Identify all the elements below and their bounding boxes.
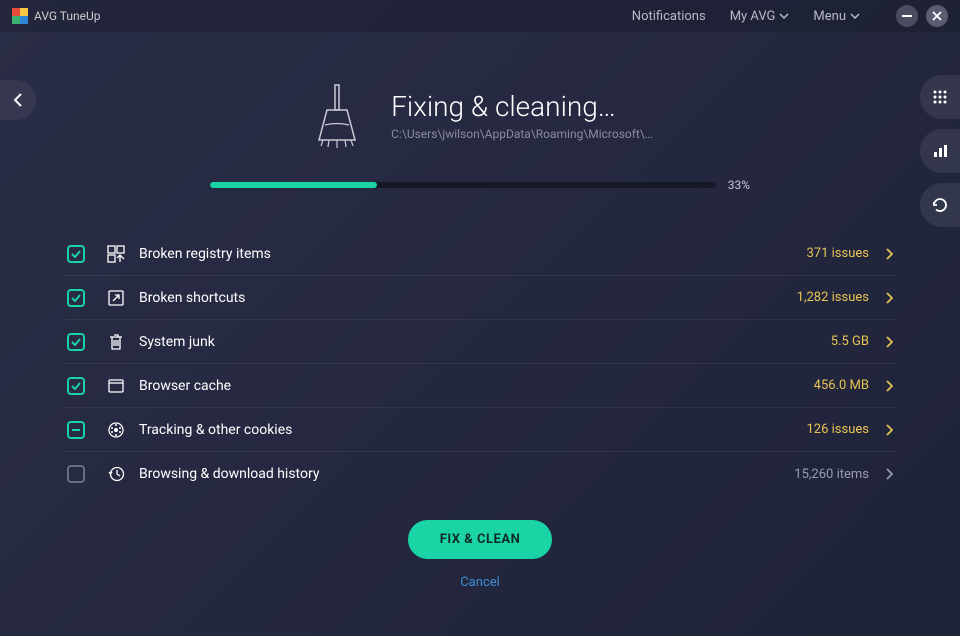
item-checkbox[interactable] [67, 377, 85, 395]
titlebar-nav: Notifications My AVG Menu [632, 5, 948, 27]
registry-icon [107, 245, 125, 263]
page-title: Fixing & cleaning… [391, 90, 653, 123]
app-logo: AVG TuneUp [12, 8, 101, 24]
progress: 33% [210, 178, 750, 192]
chevron-right-icon[interactable] [885, 424, 893, 436]
item-value: 5.5 GB [831, 334, 869, 349]
item-checkbox[interactable] [67, 465, 85, 483]
minimize-button[interactable] [896, 5, 918, 27]
menu-dropdown[interactable]: Menu [813, 9, 860, 24]
broom-icon [307, 80, 367, 150]
cancel-link[interactable]: Cancel [460, 575, 500, 590]
item-label: Browser cache [139, 378, 231, 394]
notifications-link[interactable]: Notifications [632, 9, 706, 24]
minimize-icon [902, 15, 912, 17]
side-tools [920, 75, 960, 227]
apps-grid-button[interactable] [920, 75, 960, 119]
chevron-right-icon[interactable] [885, 336, 893, 348]
my-avg-dropdown[interactable]: My AVG [730, 9, 790, 24]
history-button[interactable] [920, 183, 960, 227]
grid-icon [932, 89, 948, 105]
undo-icon [931, 196, 949, 214]
issues-list: Broken registry items 371 issues Broken sh… [65, 232, 895, 496]
chevron-left-icon [13, 93, 23, 107]
app-name: AVG TuneUp [34, 9, 101, 23]
item-checkbox[interactable] [67, 421, 85, 439]
chevron-right-icon[interactable] [885, 468, 893, 480]
item-value: 371 issues [807, 246, 870, 261]
list-item: Broken registry items 371 issues [65, 232, 895, 276]
item-label: Broken registry items [139, 246, 271, 262]
item-label: System junk [139, 334, 215, 350]
list-item: System junk 5.5 GB [65, 320, 895, 364]
list-item: Browsing & download history 15,260 items [65, 452, 895, 496]
progress-percent: 33% [728, 178, 750, 192]
my-avg-label: My AVG [730, 9, 776, 24]
chevron-right-icon[interactable] [885, 248, 893, 260]
progress-fill [210, 182, 377, 188]
item-value: 126 issues [807, 422, 870, 437]
chevron-right-icon[interactable] [885, 292, 893, 304]
fix-and-clean-button[interactable]: FIX & CLEAN [408, 520, 553, 559]
browser-icon [107, 377, 125, 395]
list-item: Broken shortcuts 1,282 issues [65, 276, 895, 320]
stats-button[interactable] [920, 129, 960, 173]
actions: FIX & CLEAN Cancel [0, 520, 960, 590]
item-value: 15,260 items [794, 467, 869, 482]
chevron-down-icon [779, 13, 789, 19]
list-item: Tracking & other cookies 126 issues [65, 408, 895, 452]
trash-icon [107, 333, 125, 351]
shortcut-icon [107, 289, 125, 307]
item-checkbox[interactable] [67, 289, 85, 307]
hero: Fixing & cleaning… C:\Users\jwilson\AppD… [0, 80, 960, 192]
current-path: C:\Users\jwilson\AppData\Roaming\Microso… [391, 127, 653, 141]
close-button[interactable] [926, 5, 948, 27]
list-item: Browser cache 456.0 MB [65, 364, 895, 408]
item-label: Broken shortcuts [139, 290, 245, 306]
avg-logo-icon [12, 8, 28, 24]
menu-label: Menu [813, 9, 846, 24]
chevron-down-icon [850, 13, 860, 19]
item-value: 456.0 MB [814, 378, 869, 393]
cookie-icon [107, 421, 125, 439]
history-icon [107, 465, 125, 483]
item-checkbox[interactable] [67, 333, 85, 351]
progress-bar [210, 182, 716, 188]
item-label: Tracking & other cookies [139, 422, 292, 438]
bar-chart-icon [932, 143, 948, 159]
titlebar: AVG TuneUp Notifications My AVG Menu [0, 0, 960, 32]
item-value: 1,282 issues [797, 290, 869, 305]
chevron-right-icon[interactable] [885, 380, 893, 392]
item-checkbox[interactable] [67, 245, 85, 263]
item-label: Browsing & download history [139, 466, 319, 482]
close-icon [932, 11, 942, 21]
